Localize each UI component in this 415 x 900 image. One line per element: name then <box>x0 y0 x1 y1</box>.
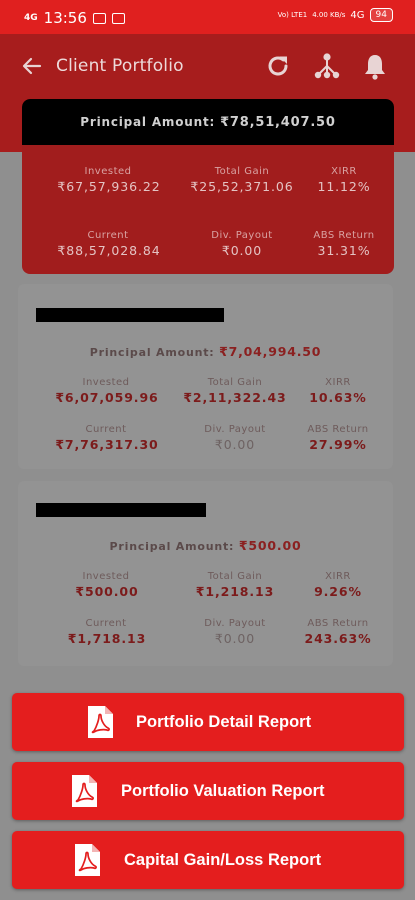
client-card[interactable]: Principal Amount: ₹500.00 Invested ₹500.… <box>18 481 393 666</box>
total-gain-label: Total Gain <box>207 377 263 388</box>
signal-indicator: 4G <box>24 13 38 23</box>
notification-icon <box>111 12 125 24</box>
network-type: 4G <box>350 9 365 21</box>
report-label: Portfolio Detail Report <box>136 713 312 731</box>
network-icon[interactable] <box>312 51 342 81</box>
abs-return-label: ABS Return <box>313 230 375 241</box>
redacted-client-name <box>36 308 224 322</box>
total-gain-value: ₹1,218.13 <box>195 584 275 599</box>
status-time: 13:56 <box>43 9 87 27</box>
report-label: Portfolio Valuation Report <box>121 782 325 800</box>
abs-return-label: ABS Return <box>307 618 369 629</box>
xirr-value: 10.63% <box>309 390 367 405</box>
pdf-icon <box>88 706 113 738</box>
pdf-icon <box>72 775 97 807</box>
invested-value: ₹500.00 <box>75 584 139 599</box>
volte-indicator: Vo) LTE1 <box>277 10 308 19</box>
portfolio-detail-report-button[interactable]: Portfolio Detail Report <box>12 693 404 751</box>
total-gain-label: Total Gain <box>214 166 270 177</box>
principal-label: Principal Amount: <box>80 115 216 129</box>
network-speed: 4.00 KB/s <box>312 10 346 19</box>
principal-value: ₹7,04,994.50 <box>219 344 322 359</box>
xirr-label: XIRR <box>331 166 357 177</box>
total-principal-amount: Principal Amount: ₹78,51,407.50 <box>22 99 394 145</box>
status-bar: 4G 13:56 Vo) LTE1 4.00 KB/s 4G 94 <box>0 0 415 34</box>
summary-header: Principal Amount: ₹78,51,407.50 <box>22 99 394 145</box>
back-arrow-icon[interactable] <box>20 54 44 78</box>
current-value: ₹88,57,028.84 <box>57 243 161 258</box>
abs-return-value: 31.31% <box>317 243 371 258</box>
battery-indicator: 94 <box>369 8 393 22</box>
div-payout-label: Div. Payout <box>211 230 273 241</box>
xirr-value: 11.12% <box>317 179 371 194</box>
total-gain-value: ₹2,11,322.43 <box>183 390 287 405</box>
notification-icon <box>92 12 106 24</box>
invested-value: ₹67,57,936.22 <box>57 179 161 194</box>
refresh-icon[interactable] <box>265 53 291 79</box>
div-payout-label: Div. Payout <box>204 618 266 629</box>
client-card[interactable]: Principal Amount: ₹7,04,994.50 Invested … <box>18 284 393 469</box>
portfolio-summary-card: Principal Amount: ₹78,51,407.50 Invested… <box>22 99 394 274</box>
bell-icon[interactable] <box>362 52 388 80</box>
principal-value: ₹500.00 <box>238 538 302 553</box>
abs-return-label: ABS Return <box>307 424 369 435</box>
current-label: Current <box>87 230 129 241</box>
client-principal-amount: Principal Amount: ₹500.00 <box>18 538 393 553</box>
div-payout-value: ₹0.00 <box>214 437 256 452</box>
report-label: Capital Gain/Loss Report <box>124 851 322 869</box>
client-principal-amount: Principal Amount: ₹7,04,994.50 <box>18 344 393 359</box>
div-payout-value: ₹0.00 <box>214 631 256 646</box>
invested-label: Invested <box>82 377 130 388</box>
abs-return-value: 243.63% <box>304 631 372 646</box>
redacted-client-name <box>36 503 206 517</box>
abs-return-value: 27.99% <box>309 437 367 452</box>
total-gain-label: Total Gain <box>207 571 263 582</box>
invested-label: Invested <box>82 571 130 582</box>
page-title: Client Portfolio <box>56 56 184 76</box>
principal-value: ₹78,51,407.50 <box>220 115 336 130</box>
div-payout-value: ₹0.00 <box>221 243 263 258</box>
portfolio-valuation-report-button[interactable]: Portfolio Valuation Report <box>12 762 404 820</box>
xirr-value: 9.26% <box>314 584 362 599</box>
current-value: ₹1,718.13 <box>67 631 147 646</box>
principal-label: Principal Amount: <box>109 540 235 553</box>
current-value: ₹7,76,317.30 <box>55 437 159 452</box>
invested-label: Invested <box>84 166 132 177</box>
total-gain-value: ₹25,52,371.06 <box>190 179 294 194</box>
current-label: Current <box>85 618 127 629</box>
principal-label: Principal Amount: <box>89 346 215 359</box>
div-payout-label: Div. Payout <box>204 424 266 435</box>
invested-value: ₹6,07,059.96 <box>55 390 159 405</box>
current-label: Current <box>85 424 127 435</box>
capital-gain-loss-report-button[interactable]: Capital Gain/Loss Report <box>12 831 404 889</box>
xirr-label: XIRR <box>325 571 351 582</box>
pdf-icon <box>75 844 100 876</box>
xirr-label: XIRR <box>325 377 351 388</box>
